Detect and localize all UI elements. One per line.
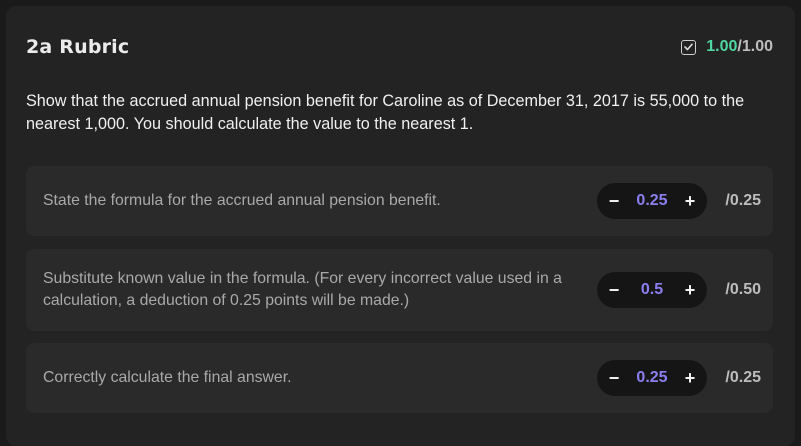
stepper-value: 0.25: [636, 192, 668, 209]
criterion-row: Correctly calculate the final answer. − …: [26, 343, 773, 413]
criterion-max: /0.25: [725, 192, 761, 209]
score-stepper: − 0.25 +: [597, 360, 707, 396]
stepper-value: 0.25: [636, 369, 668, 386]
stepper-value: 0.5: [640, 281, 664, 298]
rubric-score: 1.00/1.00: [681, 38, 773, 56]
increment-button[interactable]: +: [682, 369, 698, 387]
decrement-button[interactable]: −: [606, 369, 622, 387]
criterion-row: State the formula for the accrued annual…: [26, 166, 773, 236]
criterion-text: Correctly calculate the final answer.: [43, 369, 292, 386]
question-text: Show that the accrued annual pension ben…: [26, 92, 745, 133]
score-stepper: − 0.5 +: [597, 272, 707, 308]
rubric-panel: 2a Rubric 1.00/1.00 Show that the accrue…: [6, 6, 795, 446]
criterion-row: Substitute known value in the formula. (…: [26, 249, 773, 331]
criterion-max: /0.50: [725, 281, 761, 298]
checkbox-checked-icon[interactable]: [681, 39, 697, 55]
increment-button[interactable]: +: [682, 192, 698, 210]
decrement-button[interactable]: −: [606, 192, 622, 210]
score-stepper: − 0.25 +: [597, 183, 707, 219]
rubric-title: 2a Rubric: [26, 36, 130, 58]
score-awarded: 1.00: [706, 38, 738, 55]
criterion-text: State the formula for the accrued annual…: [43, 192, 441, 209]
criterion-text: Substitute known value in the formula. (…: [43, 270, 562, 309]
score-max: /1.00: [737, 38, 773, 55]
increment-button[interactable]: +: [682, 281, 698, 299]
rubric-header: 2a Rubric 1.00/1.00: [26, 32, 773, 62]
decrement-button[interactable]: −: [606, 281, 622, 299]
criterion-max: /0.25: [725, 369, 761, 386]
